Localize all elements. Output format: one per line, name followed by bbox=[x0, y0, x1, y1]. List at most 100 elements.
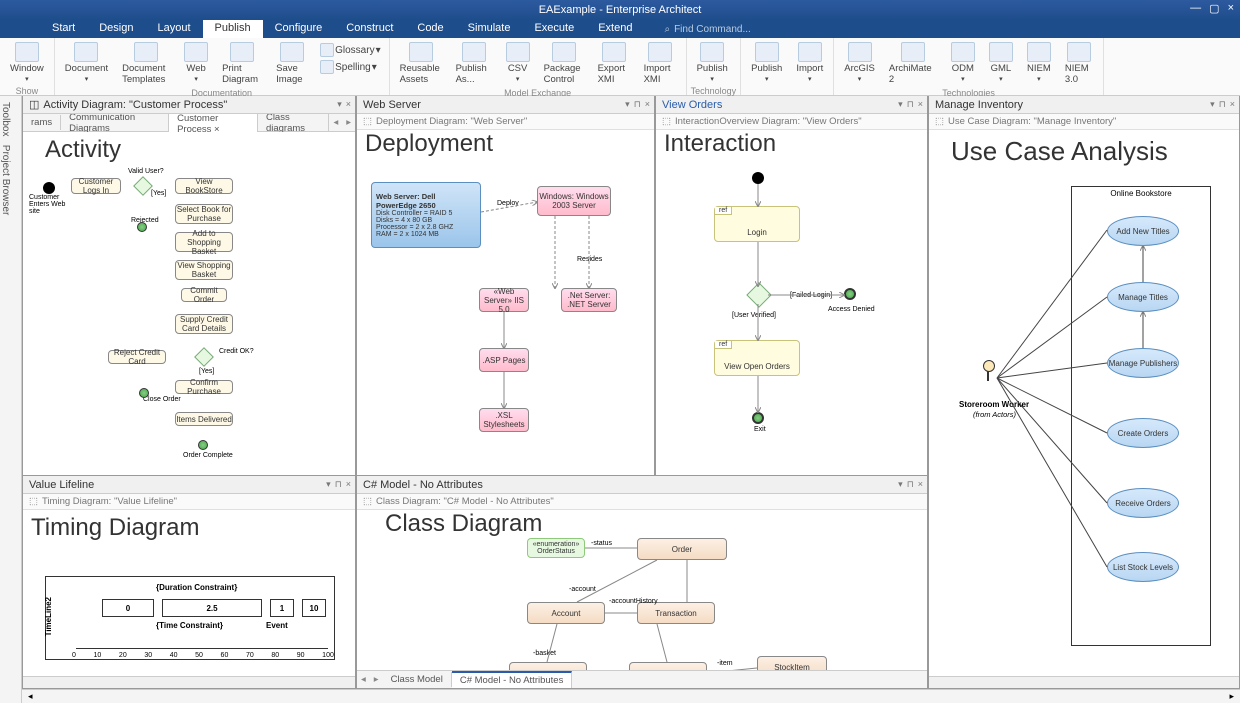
archimate-button[interactable]: ArchiMate 2 bbox=[883, 40, 943, 87]
csharp-canvas[interactable]: Class Diagram «enumeration» OrderStatus … bbox=[357, 510, 927, 670]
publish-as-button[interactable]: Publish As... bbox=[450, 40, 498, 87]
iis-node[interactable]: «Web Server» IIS 5.0 bbox=[479, 288, 529, 312]
save-image-button[interactable]: Save Image bbox=[270, 40, 314, 87]
add-basket-activity[interactable]: Add to Shopping Basket bbox=[175, 232, 233, 252]
actor-storeroom-worker[interactable] bbox=[979, 360, 997, 390]
close-icon[interactable]: × bbox=[1228, 2, 1234, 15]
server-node[interactable]: Web Server: Dell PowerEdge 2650 Disk Con… bbox=[371, 182, 481, 248]
menu-design[interactable]: Design bbox=[87, 20, 145, 38]
menu-construct[interactable]: Construct bbox=[334, 20, 405, 38]
tab-prev-icon[interactable]: ◂ bbox=[357, 674, 370, 685]
dropdown-icon[interactable]: ▾ bbox=[326, 479, 331, 490]
menu-execute[interactable]: Execute bbox=[522, 20, 586, 38]
xsl-node[interactable]: .XSL Stylesheets bbox=[479, 408, 529, 432]
access-denied-end[interactable] bbox=[844, 288, 856, 300]
pin-icon[interactable]: ⊓ bbox=[907, 479, 914, 490]
find-command[interactable]: ⌕ Find Command... bbox=[664, 20, 750, 38]
orderstatus-class[interactable]: «enumeration» OrderStatus bbox=[527, 538, 585, 558]
close-end[interactable] bbox=[139, 388, 149, 398]
account-class[interactable]: Account bbox=[527, 602, 605, 624]
reject-cc-activity[interactable]: Reject Credit Card bbox=[108, 350, 166, 364]
document-button[interactable]: Document▾ bbox=[59, 40, 114, 87]
orders-canvas[interactable]: Interaction ref Login [User Verified] [F… bbox=[656, 130, 927, 475]
view-open-orders-frame[interactable]: ref View Open Orders bbox=[714, 340, 800, 376]
uc-manage-titles[interactable]: Manage Titles bbox=[1107, 282, 1179, 312]
doc-templates-button[interactable]: Document Templates bbox=[116, 40, 176, 87]
uc-add-titles[interactable]: Add New Titles bbox=[1107, 216, 1179, 246]
import-xmi-button[interactable]: Import XMI bbox=[638, 40, 682, 87]
tab-class-model[interactable]: Class Model bbox=[383, 672, 452, 687]
scroll-left-icon[interactable]: ◂ bbox=[22, 691, 39, 702]
close-pane-icon[interactable]: × bbox=[918, 99, 923, 110]
dropdown-icon[interactable]: ▾ bbox=[625, 99, 630, 110]
niem3-button[interactable]: NIEM 3.0 bbox=[1059, 40, 1099, 87]
close-pane-icon[interactable]: × bbox=[918, 479, 923, 490]
timing-frame[interactable]: TimeLine2 {Duration Constraint} 0 2.5 1 … bbox=[45, 576, 335, 660]
inventory-canvas[interactable]: Use Case Analysis Online Bookstore Store… bbox=[929, 130, 1239, 688]
windows-node[interactable]: Windows: Windows 2003 Server bbox=[537, 186, 611, 216]
scrollbar[interactable] bbox=[929, 676, 1239, 688]
close-pane-icon[interactable]: × bbox=[1230, 99, 1235, 110]
close-pane-icon[interactable]: × bbox=[645, 99, 650, 110]
menu-extend[interactable]: Extend bbox=[586, 20, 644, 38]
glossary-button[interactable]: Glossary ▾ bbox=[316, 42, 384, 58]
uc-create-orders[interactable]: Create Orders bbox=[1107, 418, 1179, 448]
export-xmi-button[interactable]: Export XMI bbox=[592, 40, 636, 87]
supply-cc-activity[interactable]: Supply Credit Card Details bbox=[175, 314, 233, 334]
commit-order-activity[interactable]: Commit Order bbox=[181, 288, 227, 302]
menu-start[interactable]: Start bbox=[40, 20, 87, 38]
tab-next-icon[interactable]: ▸ bbox=[370, 674, 383, 685]
confirm-activity[interactable]: Confirm Purchase bbox=[175, 380, 233, 394]
gml-button[interactable]: GML▾ bbox=[983, 40, 1019, 87]
tab-next-icon[interactable]: ▸ bbox=[342, 117, 355, 128]
value-canvas[interactable]: Timing Diagram TimeLine2 {Duration Const… bbox=[23, 510, 355, 688]
maximize-icon[interactable]: ▢ bbox=[1209, 2, 1219, 15]
login-activity[interactable]: Customer Logs In bbox=[71, 178, 121, 194]
window-button[interactable]: Window▾ bbox=[4, 40, 50, 85]
menu-publish[interactable]: Publish bbox=[203, 20, 263, 38]
tech-publish-button[interactable]: Publish▾ bbox=[691, 40, 734, 85]
view-basket-activity[interactable]: View Shopping Basket bbox=[175, 260, 233, 280]
import2-button[interactable]: Import▾ bbox=[790, 40, 829, 85]
uc-receive-orders[interactable]: Receive Orders bbox=[1107, 488, 1179, 518]
arcgis-button[interactable]: ArcGIS▾ bbox=[838, 40, 881, 87]
web-canvas[interactable]: Deployment Web Server: Dell PowerEdge 26… bbox=[357, 130, 654, 475]
dropdown-icon[interactable]: ▾ bbox=[898, 479, 903, 490]
select-book-activity[interactable]: Select Book for Purchase bbox=[175, 204, 233, 224]
decision-credit-ok[interactable] bbox=[194, 347, 214, 367]
publish2-button[interactable]: Publish▾ bbox=[745, 40, 788, 85]
niem-button[interactable]: NIEM▾ bbox=[1021, 40, 1057, 87]
pin-icon[interactable]: ⊓ bbox=[335, 479, 342, 490]
pin-icon[interactable]: ⊓ bbox=[1219, 99, 1226, 110]
login-frame[interactable]: ref Login bbox=[714, 206, 800, 242]
web-button[interactable]: Web▾ bbox=[178, 40, 214, 87]
view-bookstore-activity[interactable]: View BookStore bbox=[175, 178, 233, 194]
dropdown-icon[interactable]: ▾ bbox=[337, 99, 342, 110]
dropdown-icon[interactable]: ▾ bbox=[898, 99, 903, 110]
close-pane-icon[interactable]: × bbox=[346, 479, 351, 490]
stockitem-class[interactable]: StockItem bbox=[757, 656, 827, 670]
menu-code[interactable]: Code bbox=[405, 20, 455, 38]
menu-configure[interactable]: Configure bbox=[263, 20, 335, 38]
print-diagram-button[interactable]: Print Diagram bbox=[216, 40, 268, 87]
minimize-icon[interactable]: — bbox=[1190, 2, 1201, 15]
order-class[interactable]: Order bbox=[637, 538, 727, 560]
net-node[interactable]: .Net Server: .NET Server bbox=[561, 288, 617, 312]
tab-csharp-model[interactable]: C# Model - No Attributes bbox=[452, 671, 573, 688]
exit-end[interactable] bbox=[752, 412, 764, 424]
tab-rams[interactable]: rams bbox=[23, 115, 61, 130]
pin-icon[interactable]: ⊓ bbox=[634, 99, 641, 110]
end-node[interactable] bbox=[198, 440, 208, 450]
odm-button[interactable]: ODM▾ bbox=[945, 40, 981, 87]
csv-button[interactable]: CSV▾ bbox=[500, 40, 536, 87]
menu-simulate[interactable]: Simulate bbox=[456, 20, 523, 38]
uc-list-stock[interactable]: List Stock Levels bbox=[1107, 552, 1179, 582]
decision-login[interactable] bbox=[746, 282, 771, 307]
start-node[interactable] bbox=[43, 182, 55, 194]
scrollbar[interactable] bbox=[23, 676, 355, 688]
tab-prev-icon[interactable]: ◂ bbox=[329, 117, 342, 128]
lineitem-class[interactable]: LineItem bbox=[629, 662, 707, 670]
decision-valid-user[interactable] bbox=[133, 176, 153, 196]
toolbox-strip[interactable]: Toolbox Project Browser bbox=[0, 96, 22, 703]
reusable-assets-button[interactable]: Reusable Assets bbox=[394, 40, 448, 87]
